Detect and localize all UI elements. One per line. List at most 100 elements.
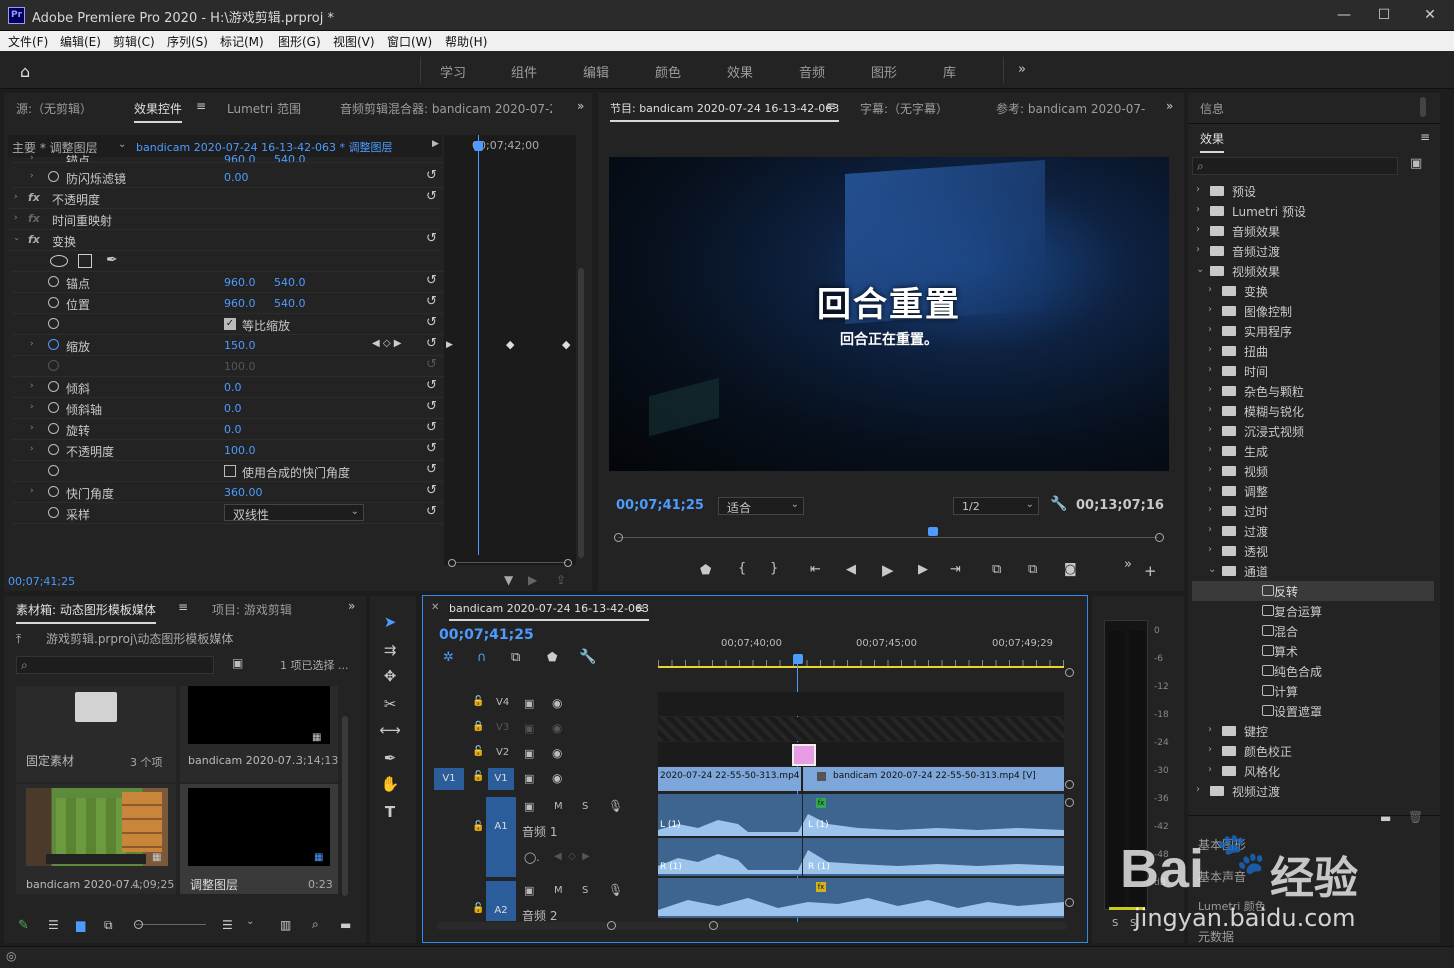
overflow-icon[interactable]: » (348, 599, 355, 613)
property-value[interactable]: 540.0 (274, 276, 306, 289)
menu-view[interactable]: 视图(V) (333, 33, 375, 50)
lock-icon[interactable]: 🔓 (472, 771, 484, 782)
disclosure-triangle-icon[interactable]: › (1208, 364, 1212, 375)
vertical-scrollbar[interactable] (578, 268, 584, 558)
disclosure-triangle-icon[interactable]: › (1208, 464, 1212, 475)
reset-icon[interactable]: ↺ (426, 189, 437, 204)
tab-sequence[interactable]: bandicam 2020-07-24 16-13-42-063 (449, 602, 650, 621)
bin-item-adjustment-layer[interactable]: ▦ 调整图层 0:23 (180, 784, 338, 894)
effects-tree-item[interactable]: 反转 (1192, 581, 1434, 601)
source-patch-v1[interactable]: V1 (434, 768, 464, 790)
effects-tree-item[interactable]: › 实用程序 (1192, 321, 1434, 341)
track-header-a2[interactable]: 🔓 A2 ▣ M S 🎙 音频 2 (430, 879, 658, 923)
icon-view-icon[interactable]: ▆ (76, 918, 85, 932)
disclosure-triangle-icon[interactable]: › (1208, 384, 1212, 395)
reset-icon[interactable]: ↺ (426, 420, 437, 435)
program-scrubber[interactable] (614, 527, 1164, 547)
export-frame-icon[interactable]: ◙ (1064, 562, 1077, 577)
disclosure-triangle-icon[interactable]: › (30, 423, 34, 433)
effects-tree-item[interactable]: › Lumetri 预设 (1192, 201, 1434, 221)
info-scrollbar[interactable] (1420, 97, 1426, 117)
play-triangle-icon[interactable]: ▶ (432, 139, 439, 149)
property-value[interactable]: 540.0 (274, 153, 306, 162)
stopwatch-icon[interactable] (48, 402, 59, 413)
tab-source[interactable]: 源:（无剪辑） (16, 100, 92, 117)
button-editor-icon[interactable]: + (1144, 562, 1157, 580)
tab-essential-graphics[interactable]: 基本图形 (1198, 836, 1246, 853)
reset-icon[interactable]: ↺ (426, 336, 437, 351)
export-icon[interactable]: ⇪ (556, 573, 566, 587)
scroll-handle[interactable] (1065, 798, 1074, 807)
disclosure-triangle-icon[interactable]: › (1208, 444, 1212, 455)
menu-file[interactable]: 文件(F) (8, 33, 48, 50)
automate-icon[interactable]: ▥ (280, 918, 291, 932)
solo-button[interactable]: S (582, 801, 588, 812)
disclosure-triangle-icon[interactable]: › (30, 339, 34, 349)
step-back-icon[interactable]: ◀ (846, 562, 856, 577)
effects-tree-item[interactable]: › 过渡 (1192, 521, 1434, 541)
overflow-icon[interactable]: » (577, 99, 584, 113)
new-bin-icon[interactable]: ▬ (340, 918, 351, 932)
nest-icon[interactable]: ✲ (443, 650, 454, 665)
video-preview[interactable]: 回合重置 回合正在重置。 (609, 157, 1169, 471)
add-marker-icon[interactable]: ⬟ (547, 650, 557, 664)
resolution-select[interactable]: 1/2 ⌄ (953, 497, 1039, 515)
stopwatch-icon[interactable] (48, 465, 59, 476)
track-target-a2[interactable]: A2 (486, 881, 516, 921)
go-to-out-icon[interactable]: ⇥ (950, 562, 961, 577)
tab-program[interactable]: 节目: bandicam 2020-07-24 16-13-42-063 (610, 100, 840, 122)
disclosure-triangle-icon[interactable]: › (1196, 244, 1200, 255)
reset-icon[interactable]: ↺ (426, 231, 437, 246)
sync-lock-icon[interactable]: ▣ (524, 884, 534, 897)
trash-icon[interactable]: 🗑 (1408, 810, 1423, 824)
ws-color[interactable]: 颜色 (655, 62, 681, 81)
panel-menu-icon[interactable]: ≡ (826, 99, 836, 113)
reset-icon[interactable]: ↺ (426, 399, 437, 414)
tab-audio-clip-mixer[interactable]: 音频剪辑混合器: bandicam 2020-07-24 1 (340, 100, 552, 117)
wrench-icon[interactable]: 🔧 (579, 649, 596, 665)
bin-item-folder[interactable]: 固定素材 3 个项 (16, 686, 176, 782)
effects-tree-item[interactable]: › 视频 (1192, 461, 1434, 481)
add-marker-icon[interactable]: ⬟ (700, 563, 711, 578)
disclosure-triangle-icon[interactable]: › (1208, 484, 1212, 495)
effects-tree-item[interactable]: › 沉浸式视频 (1192, 421, 1434, 441)
property-value[interactable]: 100.0 (224, 444, 256, 457)
panel-menu-icon[interactable]: ≡ (178, 600, 188, 614)
property-row-opacity[interactable]: › 不透明度 100.0 ↺ (12, 440, 444, 461)
bin-up-icon[interactable]: ⤒ (16, 632, 21, 647)
track-target-v1[interactable]: V1 (488, 768, 514, 790)
disclosure-triangle-icon[interactable]: › (1208, 524, 1212, 535)
disclosure-triangle-icon[interactable]: › (1208, 724, 1212, 735)
lock-icon[interactable]: 🔓 (472, 821, 484, 832)
tab-effect-controls[interactable]: 效果控件 (134, 100, 183, 123)
type-tool-icon[interactable]: T (376, 800, 404, 824)
sync-lock-icon[interactable]: ▣ (524, 747, 534, 760)
tab-reference[interactable]: 参考: bandicam 2020-07-24 1 (996, 100, 1146, 117)
disclosure-triangle-icon[interactable]: › (14, 213, 18, 223)
extract-icon[interactable]: ⧉ (1028, 562, 1037, 577)
effect-row-transform[interactable]: › fx 变换 ↺ (8, 230, 440, 251)
time-ruler[interactable]: 00;07;40;00 00;07;45;00 00;07;49;29 (658, 636, 1066, 668)
stopwatch-icon[interactable] (48, 423, 59, 434)
pen-tool-icon[interactable]: ✒ (376, 746, 404, 770)
stopwatch-icon[interactable] (48, 171, 59, 182)
volume-keyframe-icon[interactable]: ◯. (524, 851, 540, 864)
effect-row-time-remap[interactable]: › fx 时间重映射 (8, 209, 440, 230)
track-lane-v1[interactable]: 2020-07-24 22-55-50-313.mp4 [V] bandicam… (658, 767, 1064, 791)
panel-menu-icon[interactable]: ≡ (196, 99, 206, 113)
tab-lumetri-color[interactable]: Lumetri 颜色 (1198, 898, 1266, 914)
reset-icon[interactable]: ↺ (426, 441, 437, 456)
zoom-slider-thumb[interactable] (134, 920, 143, 929)
tab-bin[interactable]: 素材箱: 动态图形模板媒体 (16, 601, 156, 624)
zoom-select[interactable]: 适合 ⌄ (718, 497, 804, 515)
checkbox-checked[interactable]: ✓ (224, 318, 236, 330)
menu-clip[interactable]: 剪辑(C) (113, 33, 155, 50)
tab-project[interactable]: 项目: 游戏剪辑 (212, 601, 292, 618)
effects-tree-item[interactable]: › 过时 (1192, 501, 1434, 521)
effects-tree-item[interactable]: 计算 (1192, 681, 1434, 701)
effects-tree-item[interactable]: › 预设 (1192, 181, 1434, 201)
menu-help[interactable]: 帮助(H) (445, 33, 487, 50)
disclosure-triangle-icon[interactable]: › (30, 486, 34, 496)
ripple-edit-tool-icon[interactable]: ✥ (376, 664, 404, 688)
effects-search-input[interactable]: ⌕ (1192, 157, 1398, 175)
